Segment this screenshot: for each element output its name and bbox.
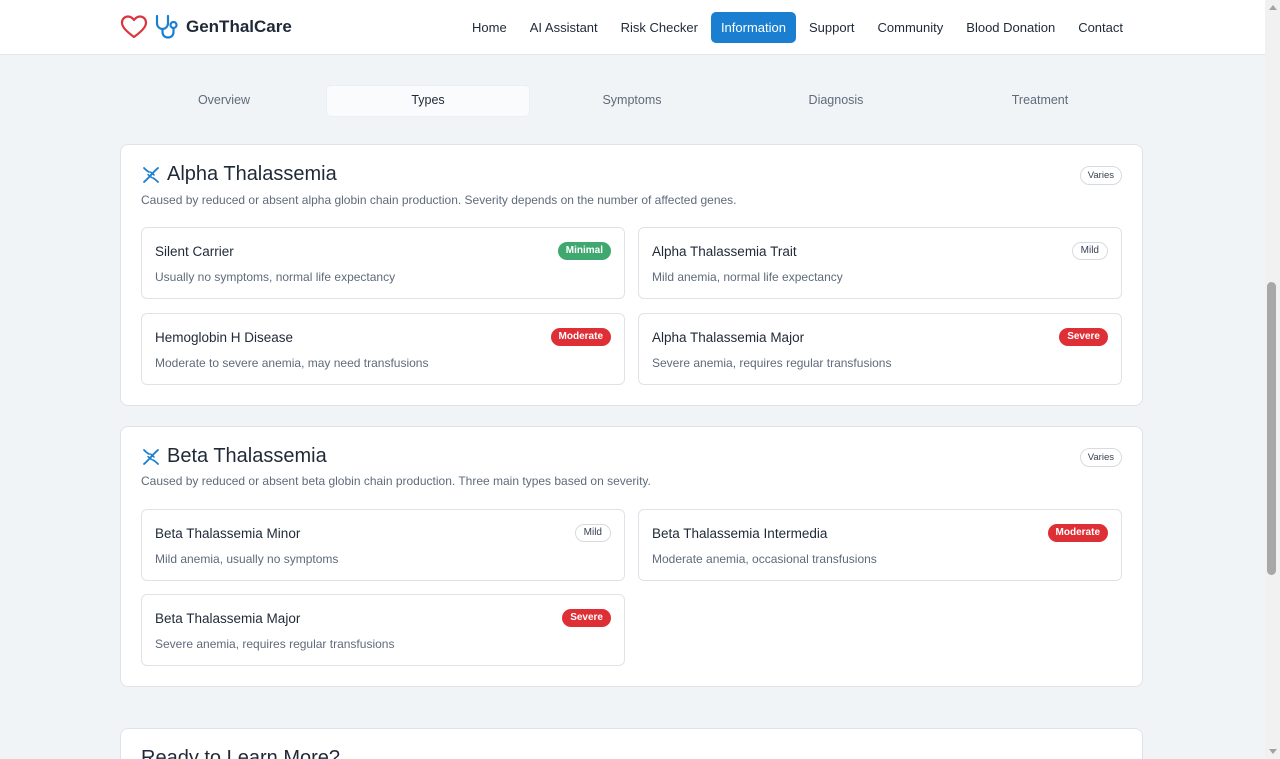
section-header: Beta Thalassemia bbox=[141, 445, 327, 468]
stethoscope-icon bbox=[155, 14, 178, 39]
tab-types[interactable]: Types bbox=[327, 86, 529, 116]
type-title: Beta Thalassemia Minor bbox=[155, 526, 301, 541]
dna-icon bbox=[143, 448, 159, 465]
beta-thalassemia-card: Beta Thalassemia Varies Caused by reduce… bbox=[120, 426, 1143, 687]
type-description: Severe anemia, requires regular transfus… bbox=[155, 637, 395, 651]
nav-community[interactable]: Community bbox=[868, 12, 954, 43]
page-scrollbar[interactable] bbox=[1265, 0, 1280, 759]
nav-risk-checker[interactable]: Risk Checker bbox=[611, 12, 708, 43]
tab-diagnosis[interactable]: Diagnosis bbox=[735, 86, 937, 116]
type-card[interactable]: Beta Thalassemia Intermedia Moderate Mod… bbox=[638, 509, 1122, 581]
severity-badge: Varies bbox=[1079, 166, 1122, 185]
nav-contact[interactable]: Contact bbox=[1068, 12, 1133, 43]
scroll-up-arrow-icon[interactable] bbox=[1269, 5, 1277, 10]
nav-information[interactable]: Information bbox=[710, 12, 796, 43]
type-card[interactable]: Hemoglobin H Disease Moderate Moderate t… bbox=[141, 313, 625, 385]
info-tabs: Overview Types Symptoms Diagnosis Treatm… bbox=[122, 86, 1142, 116]
severity-badge: Mild bbox=[574, 524, 611, 542]
type-card[interactable]: Beta Thalassemia Major Severe Severe ane… bbox=[141, 594, 625, 666]
severity-badge: Minimal bbox=[557, 242, 611, 260]
main-nav: Home AI Assistant Risk Checker Informati… bbox=[459, 12, 1133, 43]
tab-overview[interactable]: Overview bbox=[123, 86, 325, 116]
section-title: Alpha Thalassemia bbox=[167, 163, 337, 185]
alpha-thalassemia-card: Alpha Thalassemia Varies Caused by reduc… bbox=[120, 144, 1143, 406]
nav-blood-donation[interactable]: Blood Donation bbox=[956, 12, 1065, 43]
tab-symptoms[interactable]: Symptoms bbox=[531, 86, 733, 116]
cta-card: Ready to Learn More? bbox=[120, 728, 1143, 759]
logo[interactable]: GenThalCare bbox=[120, 13, 292, 41]
type-card[interactable]: Alpha Thalassemia Trait Mild Mild anemia… bbox=[638, 227, 1122, 299]
nav-ai-assistant[interactable]: AI Assistant bbox=[520, 12, 608, 43]
type-description: Severe anemia, requires regular transfus… bbox=[652, 356, 892, 370]
section-description: Caused by reduced or absent alpha globin… bbox=[141, 193, 737, 207]
severity-badge: Severe bbox=[1059, 328, 1108, 346]
brand-name: GenThalCare bbox=[186, 17, 292, 36]
severity-badge: Moderate bbox=[550, 328, 611, 346]
nav-support[interactable]: Support bbox=[799, 12, 865, 43]
site-header: GenThalCare Home AI Assistant Risk Check… bbox=[0, 0, 1265, 55]
section-description: Caused by reduced or absent beta globin … bbox=[141, 474, 651, 488]
type-card[interactable]: Beta Thalassemia Minor Mild Mild anemia,… bbox=[141, 509, 625, 581]
type-description: Usually no symptoms, normal life expecta… bbox=[155, 270, 396, 284]
type-description: Moderate to severe anemia, may need tran… bbox=[155, 356, 429, 370]
type-description: Moderate anemia, occasional transfusions bbox=[652, 552, 877, 566]
type-description: Mild anemia, usually no symptoms bbox=[155, 552, 339, 566]
severity-badge: Varies bbox=[1079, 448, 1122, 467]
severity-badge: Severe bbox=[562, 609, 611, 627]
scrollbar-thumb[interactable] bbox=[1267, 282, 1276, 575]
type-title: Alpha Thalassemia Major bbox=[652, 330, 805, 345]
type-description: Mild anemia, normal life expectancy bbox=[652, 270, 843, 284]
section-header: Alpha Thalassemia bbox=[141, 163, 337, 186]
type-title: Hemoglobin H Disease bbox=[155, 330, 294, 345]
severity-badge: Moderate bbox=[1047, 524, 1108, 542]
type-title: Beta Thalassemia Major bbox=[155, 611, 301, 626]
heart-icon bbox=[120, 15, 148, 39]
section-title: Beta Thalassemia bbox=[167, 445, 327, 467]
cta-title: Ready to Learn More? bbox=[141, 747, 341, 759]
type-title: Beta Thalassemia Intermedia bbox=[652, 526, 828, 541]
type-title: Alpha Thalassemia Trait bbox=[652, 244, 797, 259]
severity-badge: Mild bbox=[1071, 242, 1108, 260]
type-title: Silent Carrier bbox=[155, 244, 234, 259]
scroll-down-arrow-icon[interactable] bbox=[1269, 749, 1277, 754]
tab-treatment[interactable]: Treatment bbox=[939, 86, 1141, 116]
type-card[interactable]: Alpha Thalassemia Major Severe Severe an… bbox=[638, 313, 1122, 385]
type-card[interactable]: Silent Carrier Minimal Usually no sympto… bbox=[141, 227, 625, 299]
dna-icon bbox=[143, 166, 159, 183]
nav-home[interactable]: Home bbox=[462, 12, 517, 43]
